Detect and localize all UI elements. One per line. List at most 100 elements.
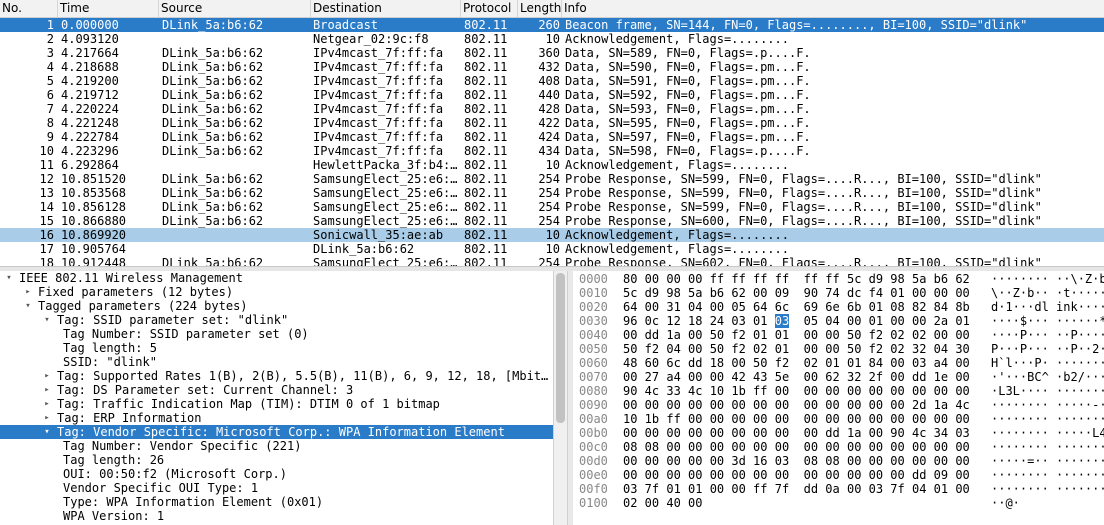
packet-row[interactable]: 18 10.912448 DLink_5a:b6:62 SamsungElect_25… xyxy=(0,256,1104,266)
detail-tree-label: WPA Version: 1 xyxy=(63,509,165,523)
packet-row[interactable]: 14 10.856128 DLink_5a:b6:62 SamsungElect_25… xyxy=(0,200,1104,214)
packet-cell-length: 254 xyxy=(538,256,560,266)
detail-tree-item[interactable]: Tag Number: Vendor Specific (221) xyxy=(0,439,553,453)
hex-row[interactable]: 0000 80 00 00 00 ff ff ff ff ff ff 5c d9 … xyxy=(573,272,1104,286)
expanded-arrow-icon[interactable]: ▾ xyxy=(23,299,33,313)
expanded-arrow-icon[interactable]: ▾ xyxy=(42,313,52,327)
packet-cell-time: 10.856128 xyxy=(61,200,127,214)
detail-tree-item[interactable]: ▸ Tag: ERP Information xyxy=(0,411,553,425)
detail-tree-item[interactable]: ▾ IEEE 802.11 Wireless Management xyxy=(0,271,553,285)
packet-row[interactable]: 8 4.221248 DLink_5a:b6:62 IPv4mcast_7f:ff:f… xyxy=(0,116,1104,130)
packet-detail-tree: ▾ IEEE 802.11 Wireless Management ▸ Fixed p… xyxy=(0,271,553,525)
packet-cell-no: 3 xyxy=(46,46,54,60)
collapsed-arrow-icon[interactable]: ▸ xyxy=(42,369,52,383)
packet-cell-source: DLink_5a:b6:62 xyxy=(162,186,264,200)
hex-ascii: ········ ·····L4· xyxy=(991,426,1104,440)
hex-row[interactable]: 0090 00 00 00 00 00 00 00 00 00 00 00 00 … xyxy=(573,398,1104,412)
detail-tree-item[interactable]: ▸ Tag: Supported Rates 1(B), 2(B), 5.5(B)… xyxy=(0,369,553,383)
packet-cell-protocol: 802.11 xyxy=(464,200,508,214)
hex-row[interactable]: 00f0 03 7f 01 01 00 00 ff 7f dd 0a 00 03 … xyxy=(573,482,1104,496)
packet-row[interactable]: 3 4.217664 DLink_5a:b6:62 IPv4mcast_7f:ff:f… xyxy=(0,46,1104,60)
column-header-protocol[interactable]: Protocol xyxy=(461,0,518,17)
column-header-destination[interactable]: Destination xyxy=(311,0,461,17)
collapsed-arrow-icon[interactable]: ▸ xyxy=(23,285,33,299)
column-header-no[interactable]: No. xyxy=(0,0,58,17)
packet-row[interactable]: 17 10.905764 DLink_5a:b6:62 802.11 10 Acknowl… xyxy=(0,242,1104,256)
packet-row[interactable]: 15 10.866880 DLink_5a:b6:62 SamsungElect_25… xyxy=(0,214,1104,228)
hex-row[interactable]: 00e0 00 00 00 00 00 00 00 00 00 00 00 00 … xyxy=(573,468,1104,482)
hex-row[interactable]: 0070 00 27 a4 00 00 42 43 5e 00 62 32 2f … xyxy=(573,370,1104,384)
selected-byte[interactable]: 03 xyxy=(774,314,790,328)
collapsed-arrow-icon[interactable]: ▸ xyxy=(42,397,52,411)
hex-ascii: ········ ········ xyxy=(991,482,1104,496)
detail-tree-label: Tag: SSID parameter set: "dlink" xyxy=(57,313,289,327)
detail-tree-item[interactable]: ▾ Tag: Vendor Specific: Microsoft Corp.: … xyxy=(0,425,553,439)
detail-scrollbar[interactable] xyxy=(553,271,567,525)
detail-tree-item[interactable]: SSID: "dlink" xyxy=(0,355,553,369)
detail-tree-label: Tag: Supported Rates 1(B), 2(B), 5.5(B),… xyxy=(57,369,549,383)
packet-cell-destination: IPv4mcast_7f:ff:fa xyxy=(313,116,444,130)
hex-row[interactable]: 00d0 00 00 00 00 00 3d 16 03 08 08 00 00 … xyxy=(573,454,1104,468)
hex-row[interactable]: 00c0 08 08 00 00 00 00 00 00 00 00 00 00 … xyxy=(573,440,1104,454)
packet-row[interactable]: 4 4.218688 DLink_5a:b6:62 IPv4mcast_7f:ff:f… xyxy=(0,60,1104,74)
detail-tree-item[interactable]: ▸ Fixed parameters (12 bytes) xyxy=(0,285,553,299)
packet-cell-no: 13 xyxy=(39,186,54,200)
hex-ascii: ········ ········ xyxy=(991,440,1104,454)
packet-cell-time: 10.869920 xyxy=(61,228,127,242)
packet-row[interactable]: 12 10.851520 DLink_5a:b6:62 SamsungElect_25… xyxy=(0,172,1104,186)
detail-tree-item[interactable]: Tag length: 26 xyxy=(0,453,553,467)
detail-scrollbar-thumb[interactable] xyxy=(556,273,565,423)
column-header-length[interactable]: Length xyxy=(518,0,562,17)
hex-row[interactable]: 0050 50 f2 04 00 50 f2 02 01 00 00 50 f2 … xyxy=(573,342,1104,356)
detail-tree-item[interactable]: ▾ Tag: SSID parameter set: "dlink" xyxy=(0,313,553,327)
packet-cell-info: Data, SN=597, FN=0, Flags=.pm...F. xyxy=(565,130,811,144)
packet-cell-time: 4.222784 xyxy=(61,130,119,144)
collapsed-arrow-icon[interactable]: ▸ xyxy=(42,383,52,397)
packet-row[interactable]: 2 4.093120 Netgear_02:9c:f8 802.11 10 Acknowl… xyxy=(0,32,1104,46)
hex-row[interactable]: 00b0 00 00 00 00 00 00 00 00 00 dd 1a 00 … xyxy=(573,426,1104,440)
packet-cell-info: Acknowledgement, Flags=........ xyxy=(565,32,789,46)
detail-tree-item[interactable]: ▸ Tag: DS Parameter set: Current Channel:… xyxy=(0,383,553,397)
detail-tree-item[interactable]: Tag length: 5 xyxy=(0,341,553,355)
column-header-time[interactable]: Time xyxy=(58,0,159,17)
packet-cell-info: Data, SN=592, FN=0, Flags=.pm...F. xyxy=(565,88,811,102)
hex-row[interactable]: 0010 5c d9 98 5a b6 62 00 09 90 74 dc f4 … xyxy=(573,286,1104,300)
detail-tree-item[interactable]: WPA Version: 1 xyxy=(0,509,553,523)
packet-row[interactable]: 1 0.000000 DLink_5a:b6:62 Broadcast 802.11 26… xyxy=(0,18,1104,32)
packet-cell-length: 10 xyxy=(545,228,560,242)
hex-row[interactable]: 0030 96 0c 12 18 24 03 01 03 05 04 00 01 … xyxy=(573,314,1104,328)
hex-row[interactable]: 00a0 10 1b ff 00 00 00 00 00 00 00 00 00 … xyxy=(573,412,1104,426)
detail-tree-item[interactable]: OUI: 00:50:f2 (Microsoft Corp.) xyxy=(0,467,553,481)
packet-row[interactable]: 9 4.222784 DLink_5a:b6:62 IPv4mcast_7f:ff:f… xyxy=(0,130,1104,144)
packet-row[interactable]: 5 4.219200 DLink_5a:b6:62 IPv4mcast_7f:ff:f… xyxy=(0,74,1104,88)
hex-row[interactable]: 0080 90 4c 33 4c 10 1b ff 00 00 00 00 00 … xyxy=(573,384,1104,398)
hex-offset: 0010 xyxy=(579,286,608,300)
detail-tree-item[interactable]: Tag Number: SSID parameter set (0) xyxy=(0,327,553,341)
hex-offset: 00d0 xyxy=(579,454,608,468)
hex-ascii: ·L3L···· ········ xyxy=(991,384,1104,398)
detail-tree-item[interactable]: Type: WPA Information Element (0x01) xyxy=(0,495,553,509)
packet-row[interactable]: 11 6.292864 HewlettPacka_3f:b4:… 802.11 10 Ac… xyxy=(0,158,1104,172)
packet-row[interactable]: 6 4.219712 DLink_5a:b6:62 IPv4mcast_7f:ff:f… xyxy=(0,88,1104,102)
column-header-info[interactable]: Info xyxy=(562,0,1104,17)
packet-cell-no: 16 xyxy=(39,228,54,242)
expanded-arrow-icon[interactable]: ▾ xyxy=(42,425,52,439)
packet-row[interactable]: 16 10.869920 Sonicwall_35:ae:ab 802.11 10 Ack… xyxy=(0,228,1104,242)
packet-row[interactable]: 7 4.220224 DLink_5a:b6:62 IPv4mcast_7f:ff:f… xyxy=(0,102,1104,116)
packet-cell-protocol: 802.11 xyxy=(464,158,508,172)
expanded-arrow-icon[interactable]: ▾ xyxy=(4,271,14,285)
packet-cell-no: 2 xyxy=(46,32,54,46)
hex-row[interactable]: 0100 02 00 40 00 ··@· xyxy=(573,496,1104,510)
hex-row[interactable]: 0060 48 60 6c dd 18 00 50 f2 02 01 01 84 … xyxy=(573,356,1104,370)
packet-row[interactable]: 10 4.223296 DLink_5a:b6:62 IPv4mcast_7f:ff:… xyxy=(0,144,1104,158)
detail-tree-item[interactable]: ▾ Tagged parameters (224 bytes) xyxy=(0,299,553,313)
hex-row[interactable]: 0020 64 00 31 04 00 05 64 6c 69 6e 6b 01 … xyxy=(573,300,1104,314)
collapsed-arrow-icon[interactable]: ▸ xyxy=(42,411,52,425)
packet-row[interactable]: 13 10.853568 DLink_5a:b6:62 SamsungElect_25… xyxy=(0,186,1104,200)
detail-tree-item[interactable]: ▸ Tag: Traffic Indication Map (TIM): DTIM… xyxy=(0,397,553,411)
hex-row[interactable]: 0040 00 dd 1a 00 50 f2 01 01 00 00 50 f2 … xyxy=(573,328,1104,342)
packet-cell-time: 10.853568 xyxy=(61,186,127,200)
column-header-source[interactable]: Source xyxy=(159,0,311,17)
detail-tree-item[interactable]: Vendor Specific OUI Type: 1 xyxy=(0,481,553,495)
packet-cell-info: Probe Response, SN=600, FN=0, Flags=....… xyxy=(565,214,1042,228)
